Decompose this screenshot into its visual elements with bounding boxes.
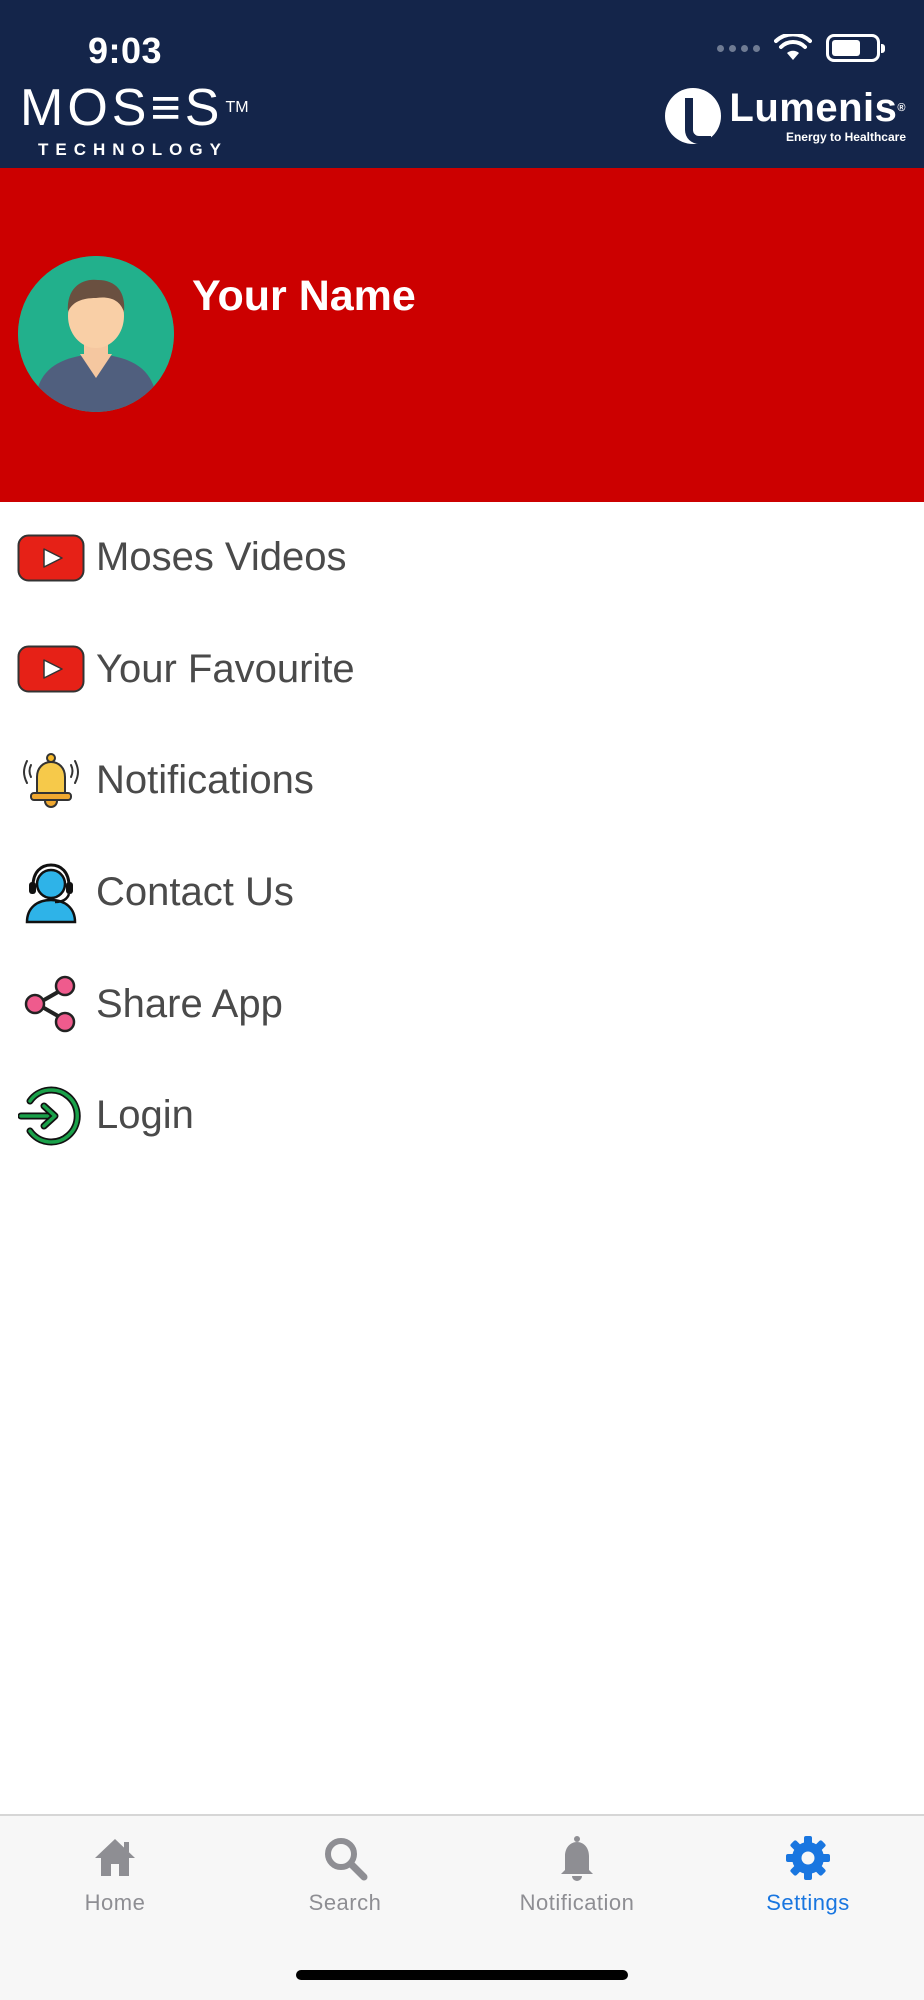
menu-item-moses-videos[interactable]: Moses Videos	[0, 502, 924, 614]
menu-item-contact-us[interactable]: Contact Us	[0, 837, 924, 949]
user-avatar-icon	[18, 256, 174, 412]
menu-item-label: Notifications	[96, 758, 314, 803]
menu-item-label: Share App	[96, 981, 283, 1026]
wifi-icon	[774, 34, 812, 60]
tab-settings[interactable]: Settings	[718, 1834, 898, 1934]
menu-item-label: Your Favourite	[96, 646, 355, 691]
moses-technology-logo: MOS≡S TM TECHNOLOGY	[20, 79, 249, 159]
bell-icon	[16, 751, 86, 811]
menu-item-notifications[interactable]: Notifications	[0, 725, 924, 837]
tab-label: Notification	[519, 1890, 635, 1915]
gear-icon	[786, 1836, 830, 1880]
tab-label: Search	[308, 1890, 382, 1915]
status-time: 9:03	[88, 30, 163, 71]
tab-label: Home	[84, 1890, 146, 1915]
youtube-play-icon	[16, 639, 86, 699]
status-icons	[717, 34, 885, 62]
lumenis-logo: Lumenis® Energy to Healthcare	[665, 88, 906, 144]
avatar[interactable]	[18, 256, 174, 412]
menu-item-label: Login	[96, 1093, 194, 1138]
cellular-signal-icon	[717, 44, 760, 52]
youtube-play-icon	[16, 528, 86, 588]
login-icon	[16, 1086, 86, 1146]
menu-item-your-favourite[interactable]: Your Favourite	[0, 614, 924, 726]
menu-item-login[interactable]: Login	[0, 1060, 924, 1172]
settings-menu: Moses Videos Your Favourite Notification…	[0, 502, 924, 1172]
profile-banner: Your Name	[0, 168, 924, 502]
share-icon	[16, 974, 86, 1034]
bell-icon	[561, 1836, 593, 1881]
app-header: 9:03 MOS≡S TM TECHNOLOGY Lumenis® Energy…	[0, 0, 924, 168]
tab-notification[interactable]: Notification	[487, 1834, 667, 1934]
headset-support-icon	[16, 863, 86, 923]
search-icon	[325, 1838, 368, 1881]
menu-item-label: Contact Us	[96, 870, 294, 915]
home-indicator[interactable]	[296, 1970, 628, 1980]
battery-icon	[826, 34, 885, 62]
tab-home[interactable]: Home	[25, 1834, 205, 1934]
menu-item-share-app[interactable]: Share App	[0, 948, 924, 1060]
tab-label: Settings	[766, 1890, 850, 1915]
settings-screen: 9:03 MOS≡S TM TECHNOLOGY Lumenis® Energy…	[0, 0, 924, 2000]
menu-item-label: Moses Videos	[96, 535, 347, 580]
tab-search[interactable]: Search	[255, 1834, 435, 1934]
lumenis-mark-icon	[665, 88, 722, 144]
profile-name[interactable]: Your Name	[192, 272, 416, 321]
home-icon	[95, 1839, 135, 1876]
